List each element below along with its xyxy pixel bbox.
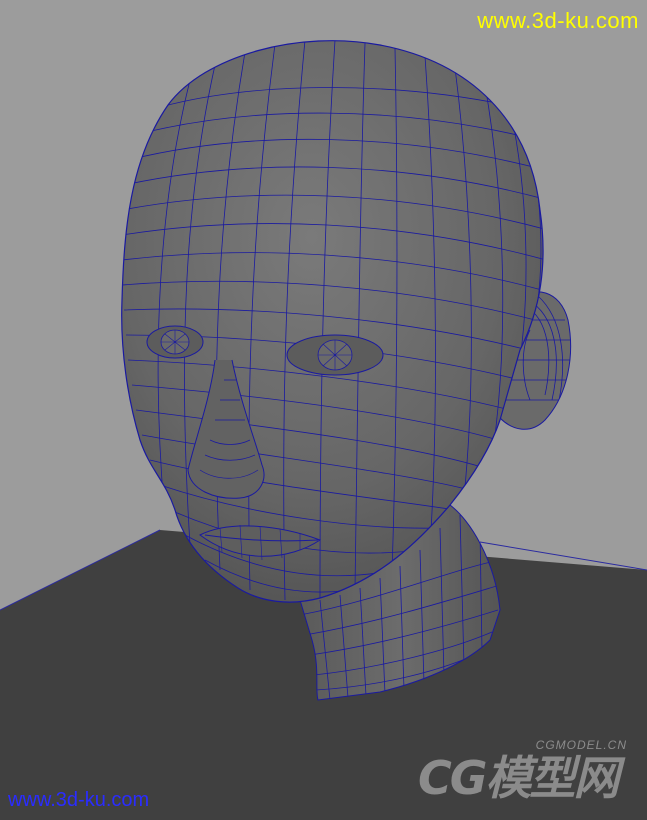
watermark-bottom: www.3d-ku.com: [8, 789, 150, 811]
logo-big-text: CG模型网: [418, 751, 620, 805]
head-mesh: [121, 40, 544, 603]
right-eye: [286, 334, 384, 376]
scene-canvas[interactable]: [0, 0, 647, 820]
3d-viewport[interactable]: www.3d-ku.com www.3d-ku.com CGMODEL.CN C…: [0, 0, 647, 820]
cgmodel-logo: CGMODEL.CN CG模型网: [418, 738, 633, 808]
watermark-top: www.3d-ku.com: [477, 8, 639, 33]
left-eye: [146, 325, 204, 359]
